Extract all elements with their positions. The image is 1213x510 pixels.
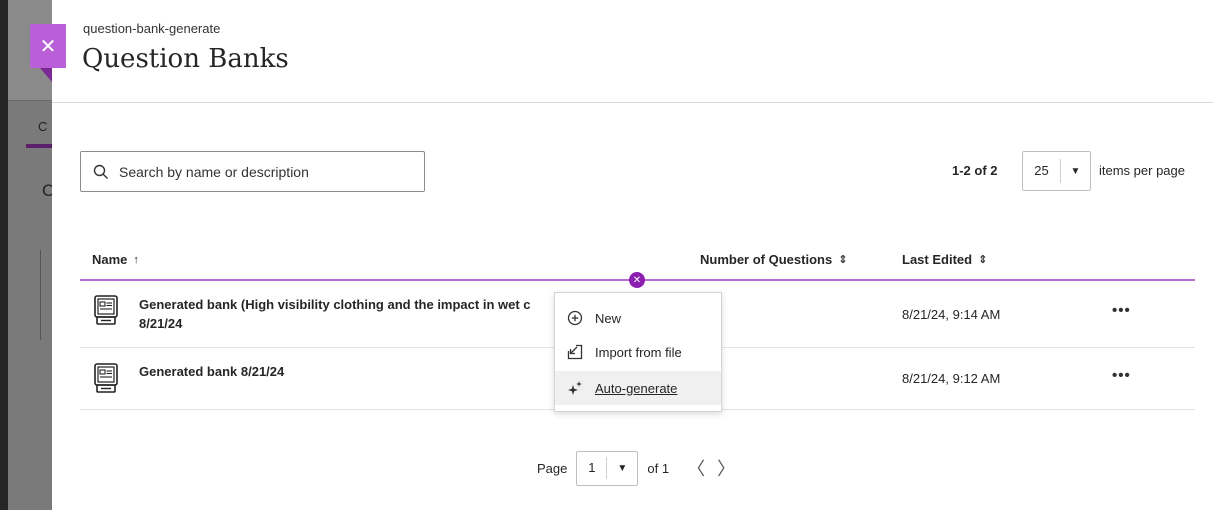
pagination: Page 1 ▼ of 1 〈 〉 [537,450,735,486]
menu-item-new[interactable]: New [555,301,721,335]
bank-name-line: 8/21/24 [139,316,183,331]
close-tab-fold [40,68,52,82]
page-title: Question Banks [82,44,289,74]
previous-page-button[interactable]: 〈 [687,455,705,481]
caret-down-icon: ▼ [617,462,628,474]
background-tab-underline [26,144,52,148]
more-options-button[interactable]: ••• [1112,302,1131,319]
background-card [40,250,52,340]
bank-name-line: Generated bank (High visibility clothing… [139,297,531,312]
column-header-last-edited[interactable]: Last Edited ⇕ [902,252,987,267]
breadcrumb: question-bank-generate [83,21,221,36]
add-content-menu: New Import from file Auto-generate [554,292,722,412]
bank-name[interactable]: Generated bank (High visibility clothing… [139,295,549,333]
items-per-page-select[interactable]: 25 ▼ [1022,151,1091,191]
menu-item-label: New [595,310,622,326]
close-panel-button[interactable]: ✕ [30,24,66,68]
background-edge [0,0,8,510]
page-select[interactable]: 1 ▼ [576,450,639,486]
column-header-name[interactable]: Name ↑ [92,252,139,267]
column-header-label: Number of Questions [700,252,833,267]
bank-name-line: Generated bank 8/21/24 [139,364,285,379]
result-count: 1-2 of 2 [952,163,998,178]
column-header-label: Name [92,252,128,267]
menu-item-import-from-file[interactable]: Import from file [555,335,721,369]
page-select-value: 1 [577,457,608,479]
question-bank-icon [94,363,118,393]
bank-name[interactable]: Generated bank 8/21/24 [139,362,549,381]
caret-down-icon: ▼ [1070,165,1081,177]
sort-ascending-icon: ↑ [133,253,139,266]
sparkle-icon [568,381,582,395]
column-header-questions[interactable]: Number of Questions ⇕ [700,252,847,267]
panel-header: question-bank-generate Question Banks [52,0,1213,103]
menu-item-auto-generate[interactable]: Auto-generate [555,371,721,405]
background-tab-label: C [38,119,48,134]
sort-icon: ⇕ [978,254,988,266]
items-per-page-value: 25 [1023,159,1061,183]
last-edited: 8/21/24, 9:12 AM [902,371,1001,386]
search-icon [93,164,108,179]
column-header-label: Last Edited [902,252,973,267]
background-divider [8,100,52,101]
next-page-button[interactable]: 〉 [717,455,735,481]
menu-item-label: Import from file [595,344,682,360]
plus-circle-icon [567,310,583,326]
search-input[interactable] [119,163,409,180]
sort-icon: ⇕ [838,254,848,266]
page-total: of 1 [647,460,670,476]
last-edited: 8/21/24, 9:14 AM [902,307,1001,322]
import-icon [567,344,583,360]
close-icon: ✕ [39,35,57,58]
question-bank-icon [94,295,118,325]
search-box[interactable] [80,151,425,192]
more-options-button[interactable]: ••• [1112,367,1131,384]
menu-item-label: Auto-generate [595,380,678,396]
items-per-page-label: items per page [1099,163,1185,178]
question-banks-panel: question-bank-generate Question Banks 1-… [52,0,1213,510]
page-label: Page [537,460,568,476]
